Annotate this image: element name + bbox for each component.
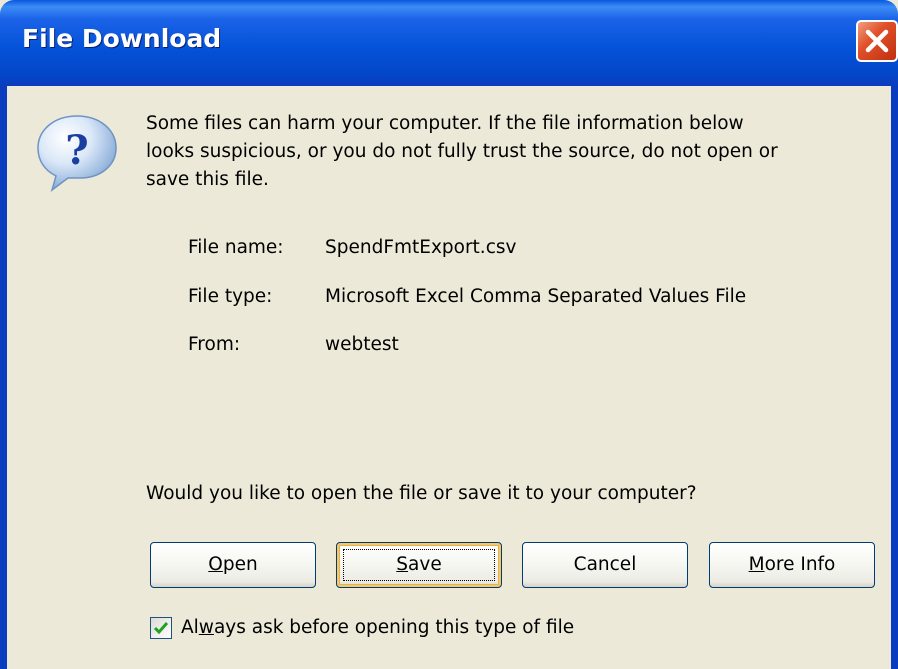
open-label: pen [222, 554, 258, 575]
save-label: ave [408, 554, 442, 575]
warning-line: looks suspicious, or you do not fully tr… [146, 141, 778, 162]
from-value: webtest [325, 334, 399, 355]
window-border-left [0, 86, 7, 669]
always-ask-checkbox[interactable] [150, 617, 172, 639]
file-name-label: File name: [188, 237, 284, 258]
dialog-title: File Download [22, 24, 222, 53]
always-ask-text-end: ays ask before opening this type of file [213, 617, 575, 638]
more-info-button[interactable]: More Info [709, 542, 875, 588]
close-icon [865, 29, 889, 53]
cancel-label: Cancel [573, 554, 637, 575]
more-info-mnemonic: M [748, 554, 765, 575]
always-ask-label[interactable]: Always ask before opening this type of f… [181, 617, 574, 638]
close-button[interactable] [856, 20, 898, 62]
cancel-button[interactable]: Cancel [522, 542, 688, 588]
from-label: From: [188, 334, 241, 355]
warning-line: Some files can harm your computer. If th… [146, 113, 744, 134]
warning-message: Some files can harm your computer. If th… [146, 110, 866, 194]
more-info-label: ore Info [764, 554, 836, 575]
always-ask-mnemonic: w [198, 617, 214, 638]
open-button[interactable]: Open [150, 542, 316, 588]
file-name-value: SpendFmtExport.csv [325, 237, 517, 258]
svg-text:?: ? [65, 127, 88, 174]
open-or-save-question: Would you like to open the file or save … [146, 483, 697, 504]
open-mnemonic: O [208, 554, 223, 575]
file-type-value: Microsoft Excel Comma Separated Values F… [325, 286, 747, 307]
checkmark-icon [153, 622, 169, 635]
file-download-dialog: File Download ? Some files can harm your… [0, 0, 898, 669]
always-ask-text-start: Al [181, 617, 199, 638]
file-type-label: File type: [188, 286, 273, 307]
window-border-right [891, 86, 898, 669]
warning-line: save this file. [146, 169, 269, 190]
save-button[interactable]: Save [336, 542, 502, 588]
question-icon: ? [37, 115, 117, 192]
title-bar[interactable]: File Download [0, 0, 898, 86]
save-mnemonic: S [396, 554, 409, 575]
